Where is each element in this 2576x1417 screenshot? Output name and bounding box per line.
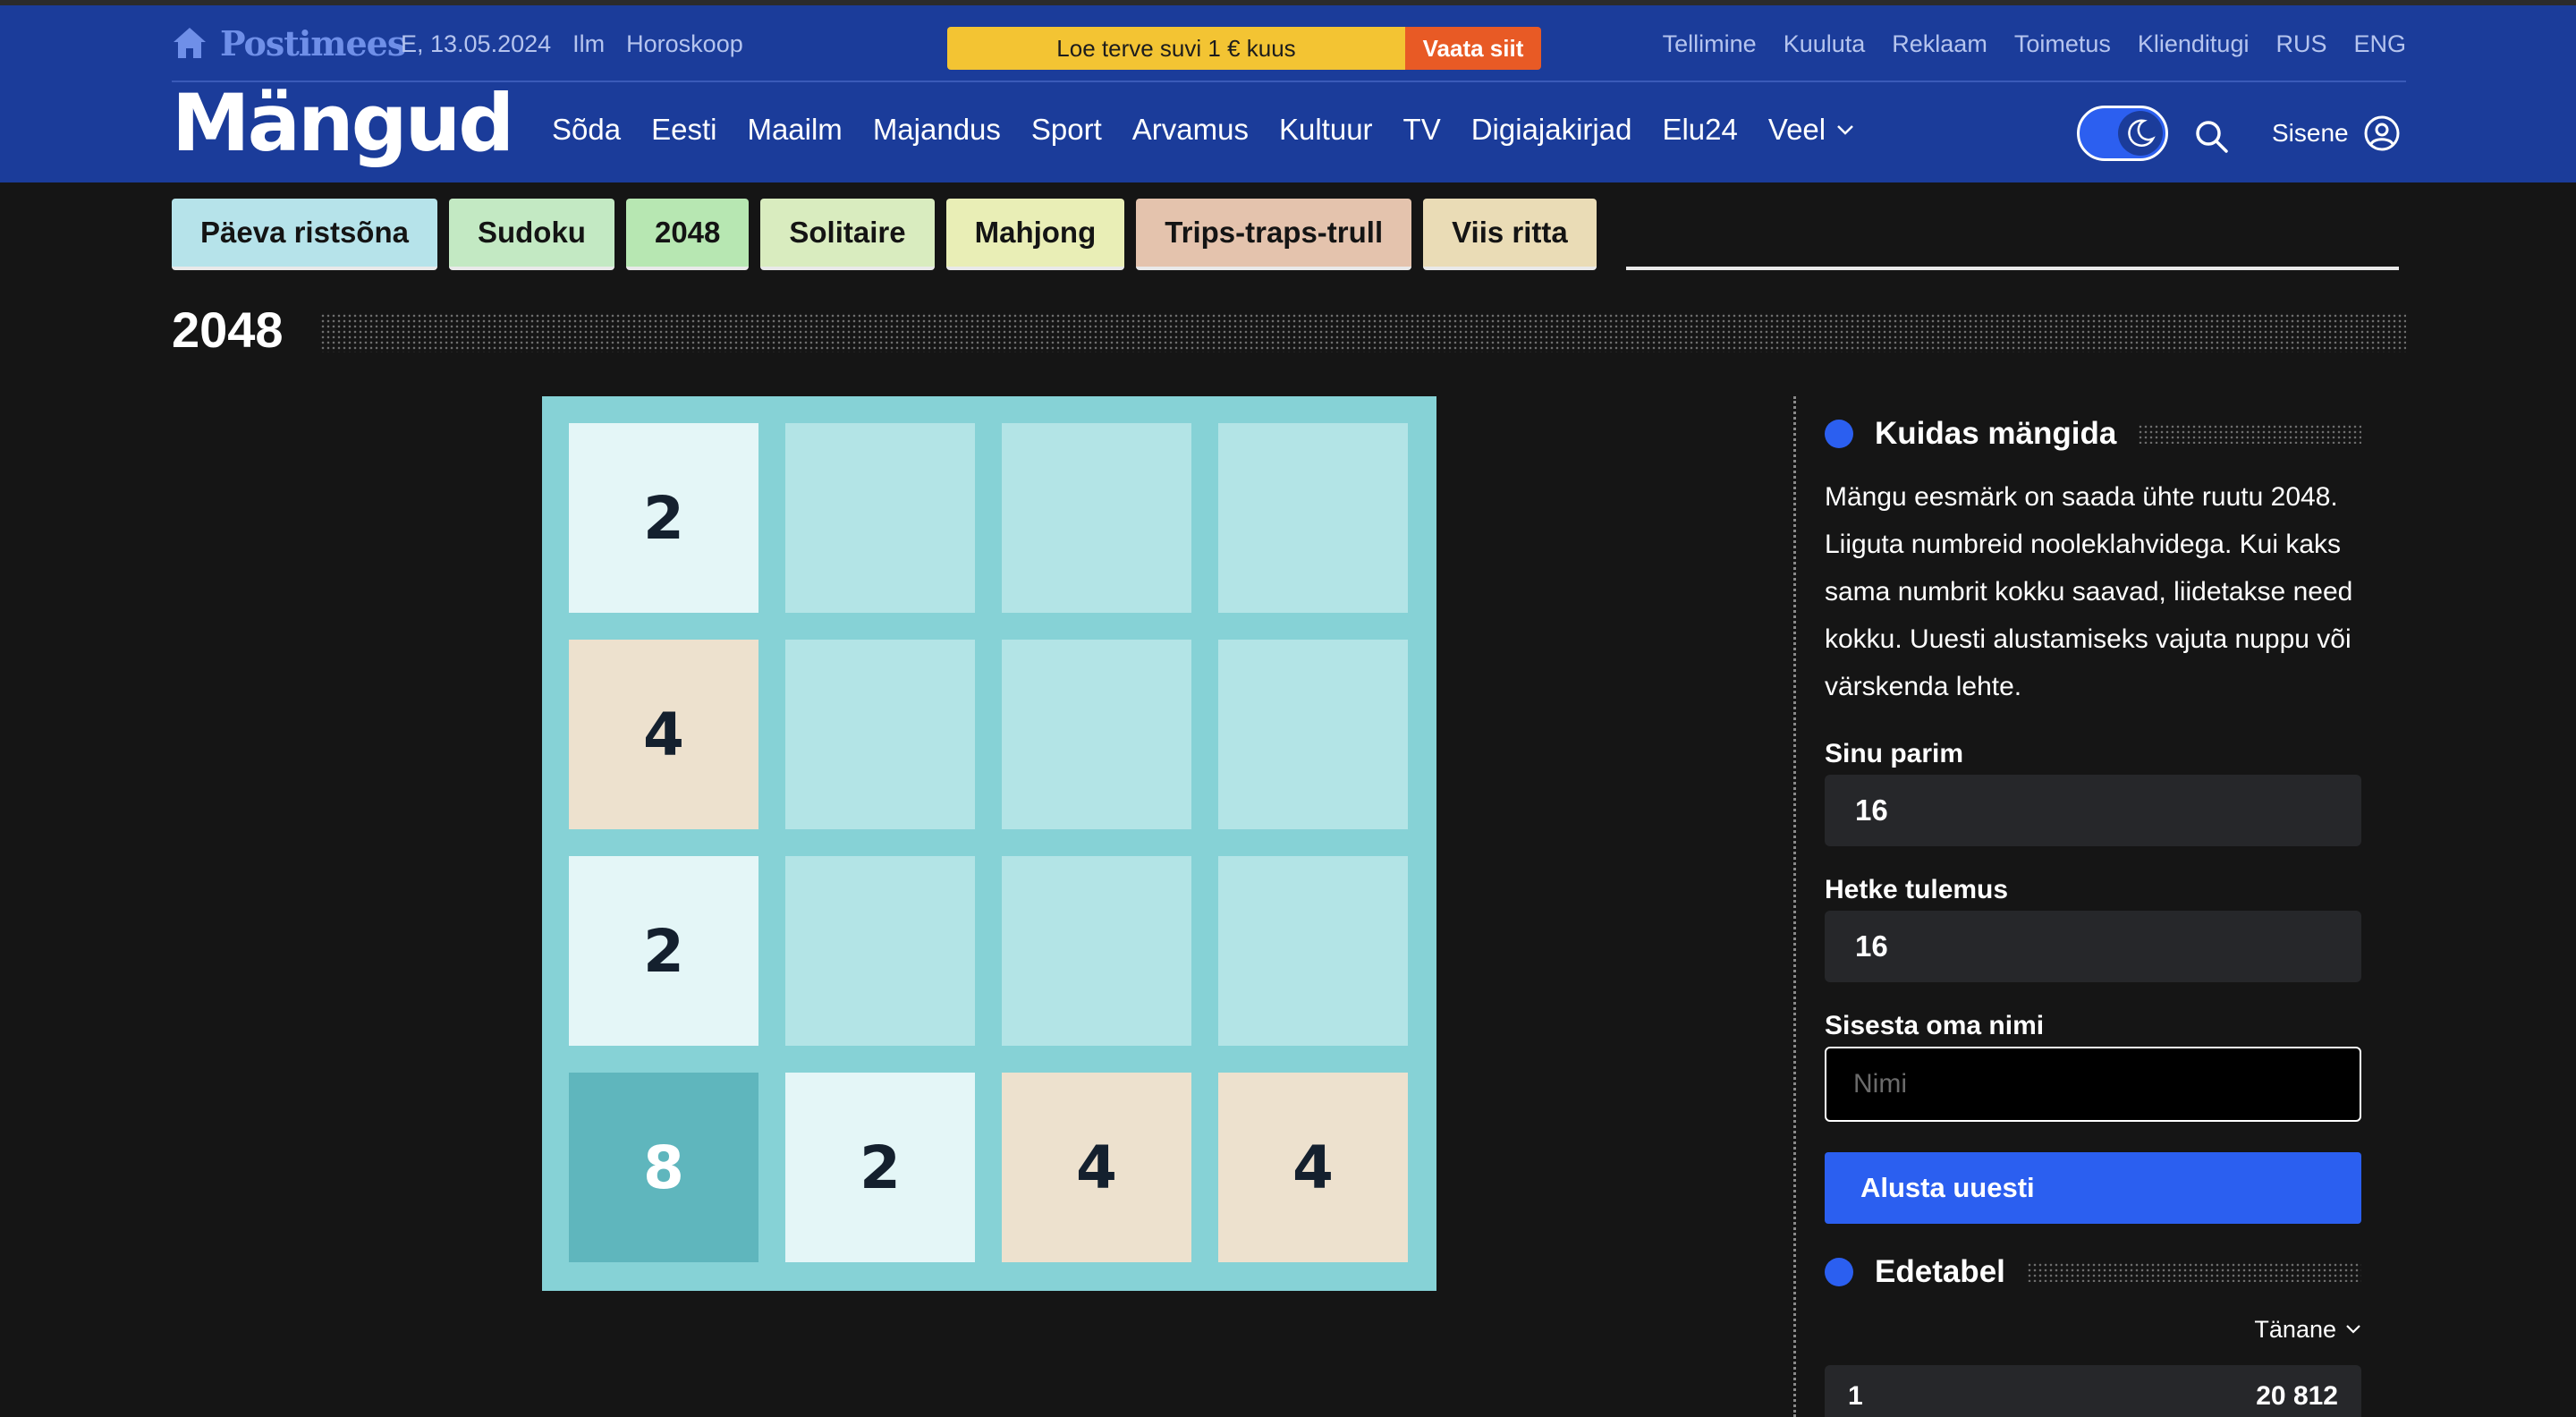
current-score-value: 16 bbox=[1825, 911, 2361, 982]
nav-item-soda[interactable]: Sõda bbox=[552, 113, 621, 147]
empty-cell bbox=[785, 640, 975, 829]
game-board[interactable]: 2428244 bbox=[542, 396, 1436, 1291]
site-header: Postimees E, 13.05.2024 Ilm Horoskoop Lo… bbox=[0, 5, 2576, 182]
tabs-underline bbox=[1626, 267, 2399, 270]
link-reklaam[interactable]: Reklaam bbox=[1892, 30, 1987, 58]
bullet-dot bbox=[1825, 1258, 1853, 1286]
moon-icon bbox=[2118, 111, 2163, 156]
signin-button[interactable]: Sisene bbox=[2272, 115, 2401, 152]
empty-cell bbox=[1218, 423, 1408, 613]
brand[interactable]: Postimees bbox=[172, 23, 406, 64]
promo-banner[interactable]: Loe terve suvi 1 € kuus Vaata siit bbox=[947, 27, 1541, 70]
promo-text[interactable]: Loe terve suvi 1 € kuus bbox=[947, 27, 1405, 70]
nav-item-digiajakirjad[interactable]: Digiajakirjad bbox=[1471, 113, 1632, 147]
dark-mode-toggle[interactable] bbox=[2077, 106, 2168, 161]
sidebar: Kuidas mängida Mängu eesmärk on saada üh… bbox=[1825, 396, 2361, 1417]
search-icon[interactable] bbox=[2193, 118, 2229, 154]
best-score-value: 16 bbox=[1825, 775, 2361, 846]
tile-4: 4 bbox=[1218, 1073, 1408, 1262]
chevron-down-icon bbox=[1837, 125, 1853, 135]
leaderboard-period-select[interactable]: Tänane bbox=[1825, 1311, 2361, 1347]
nav-item-sport[interactable]: Sport bbox=[1031, 113, 1102, 147]
name-field-label: Sisesta oma nimi bbox=[1825, 1011, 2045, 1040]
tab-trips-traps-trull[interactable]: Trips-traps-trull bbox=[1136, 199, 1412, 270]
nav-item-arvamus[interactable]: Arvamus bbox=[1132, 113, 1249, 147]
link-rus[interactable]: RUS bbox=[2275, 30, 2326, 58]
nav-item-kultuur[interactable]: Kultuur bbox=[1279, 113, 1373, 147]
best-score-label: Sinu parim bbox=[1825, 739, 1964, 768]
signin-label: Sisene bbox=[2272, 119, 2349, 147]
link-kuuluta[interactable]: Kuuluta bbox=[1784, 30, 1866, 58]
nav-item-majandus[interactable]: Majandus bbox=[873, 113, 1001, 147]
bullet-dot bbox=[1825, 420, 1853, 448]
utility-bar: Postimees E, 13.05.2024 Ilm Horoskoop Lo… bbox=[172, 5, 2406, 82]
current-date: E, 13.05.2024 bbox=[401, 30, 552, 57]
heading-dots bbox=[2138, 424, 2361, 444]
main-nav: Sõda Eesti Maailm Majandus Sport Arvamus… bbox=[552, 113, 1854, 147]
empty-cell bbox=[1002, 640, 1191, 829]
tile-8: 8 bbox=[569, 1073, 758, 1262]
utility-links-right: Tellimine Kuuluta Reklaam Toimetus Klien… bbox=[1663, 30, 2406, 58]
tab-mahjong[interactable]: Mahjong bbox=[945, 199, 1125, 270]
how-to-play-title: Kuidas mängida bbox=[1875, 416, 2117, 451]
link-weather[interactable]: Ilm bbox=[572, 30, 605, 58]
nav-item-tv[interactable]: TV bbox=[1403, 113, 1441, 147]
tab-2048[interactable]: 2048 bbox=[625, 199, 750, 270]
tab-solitaire[interactable]: Solitaire bbox=[760, 199, 935, 270]
empty-cell bbox=[785, 856, 975, 1046]
nav-item-eesti[interactable]: Eesti bbox=[651, 113, 716, 147]
brand-name[interactable]: Postimees bbox=[220, 23, 406, 64]
empty-cell bbox=[1002, 856, 1191, 1046]
sidebar-divider bbox=[1793, 396, 1796, 1417]
nav-item-maailm[interactable]: Maailm bbox=[747, 113, 842, 147]
promo-button[interactable]: Vaata siit bbox=[1405, 27, 1541, 70]
leaderboard-heading: Edetabel bbox=[1825, 1235, 2361, 1310]
tile-2: 2 bbox=[785, 1073, 975, 1262]
link-toimetus[interactable]: Toimetus bbox=[2014, 30, 2111, 58]
user-icon bbox=[2364, 115, 2400, 151]
link-tellimine[interactable]: Tellimine bbox=[1663, 30, 1757, 58]
game-tabs: Päeva ristsõna Sudoku 2048 Solitaire Mah… bbox=[172, 199, 1597, 270]
period-label: Tänane bbox=[2254, 1315, 2336, 1343]
page-title: 2048 bbox=[172, 301, 284, 358]
current-score-label: Hetke tulemus bbox=[1825, 875, 2009, 904]
empty-cell bbox=[1218, 640, 1408, 829]
link-horoscope[interactable]: Horoskoop bbox=[626, 30, 743, 58]
heading-dots bbox=[2026, 1262, 2361, 1282]
tab-sudoku[interactable]: Sudoku bbox=[448, 199, 614, 270]
empty-cell bbox=[1218, 856, 1408, 1046]
tile-4: 4 bbox=[1002, 1073, 1191, 1262]
title-divider bbox=[320, 313, 2406, 352]
name-input[interactable] bbox=[1825, 1047, 2361, 1122]
how-to-play-text: Mängu eesmärk on saada ühte ruutu 2048. … bbox=[1825, 482, 2353, 701]
tile-2: 2 bbox=[569, 856, 758, 1046]
tab-viis-ritta[interactable]: Viis ritta bbox=[1423, 199, 1597, 270]
utility-links-left: E, 13.05.2024 Ilm Horoskoop bbox=[401, 30, 743, 58]
link-klienditugi[interactable]: Klienditugi bbox=[2138, 30, 2250, 58]
chevron-down-icon bbox=[2346, 1325, 2360, 1334]
nav-more-label: Veel bbox=[1767, 113, 1826, 146]
leaderboard-row: 1 20 812 bbox=[1825, 1365, 2361, 1417]
site-logo[interactable]: Mängud bbox=[172, 77, 514, 169]
tab-paeva-ristsona[interactable]: Päeva ristsõna bbox=[172, 199, 437, 270]
how-to-play-heading: Kuidas mängida bbox=[1825, 396, 2361, 471]
home-icon[interactable] bbox=[172, 26, 208, 60]
empty-cell bbox=[785, 423, 975, 613]
nav-item-elu24[interactable]: Elu24 bbox=[1662, 113, 1737, 147]
leaderboard-rank: 1 bbox=[1848, 1381, 1863, 1411]
nav-more[interactable]: Veel bbox=[1768, 113, 1854, 147]
restart-button[interactable]: Alusta uuesti bbox=[1825, 1152, 2361, 1224]
leaderboard-score: 20 812 bbox=[2256, 1381, 2338, 1411]
tile-4: 4 bbox=[569, 640, 758, 829]
empty-cell bbox=[1002, 423, 1191, 613]
leaderboard-title: Edetabel bbox=[1875, 1254, 2005, 1289]
tile-2: 2 bbox=[569, 423, 758, 613]
link-eng[interactable]: ENG bbox=[2353, 30, 2406, 58]
